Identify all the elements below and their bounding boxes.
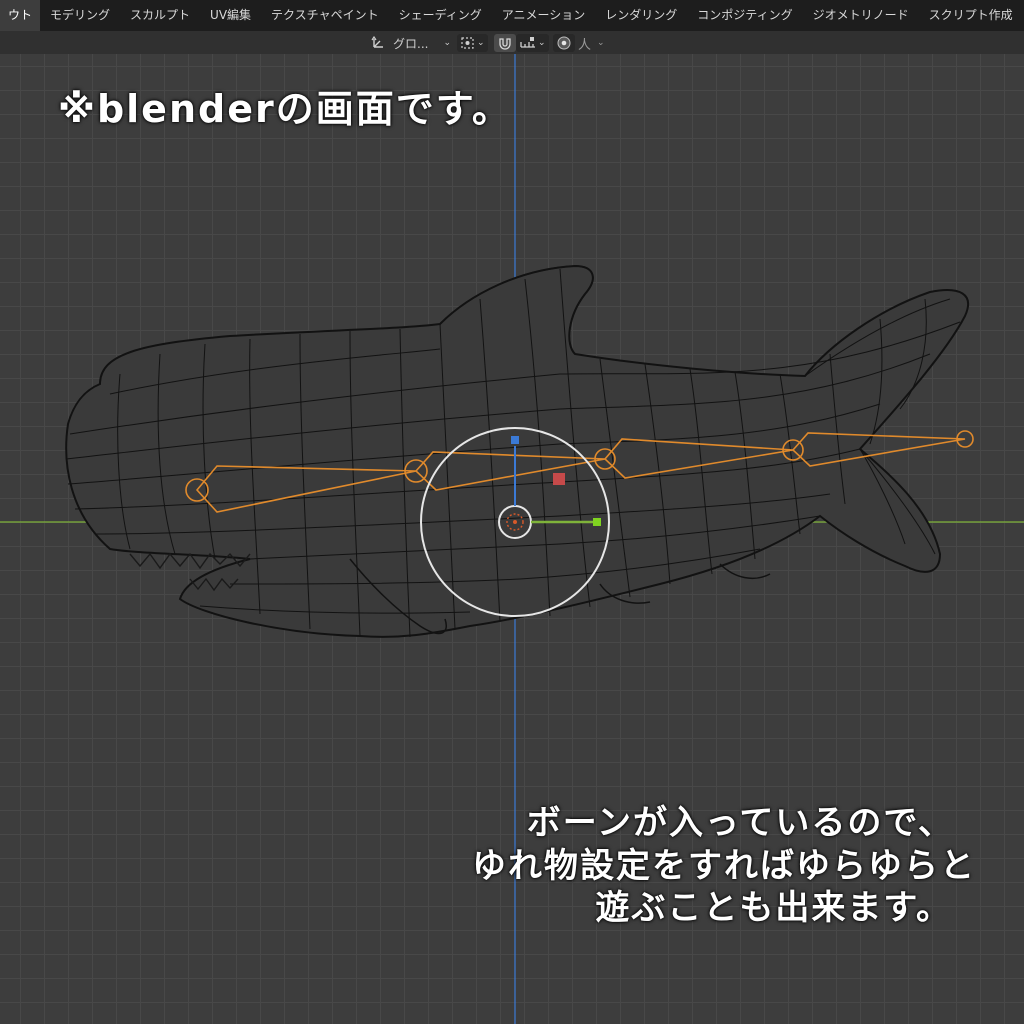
shark-mesh[interactable] [65,264,970,638]
chevron-down-icon: ⌄ [443,38,451,48]
caption-line-3: 遊ぶことも出来ます。 [595,888,952,928]
chevron-down-icon: ⌄ [597,38,605,48]
pivot-point-icon: ⌄ [457,34,488,52]
gizmo-z-scale-cube[interactable] [511,436,519,444]
transform-orientation-icon [368,34,390,52]
gizmo-plane-handle[interactable] [553,473,565,485]
3d-cursor-dot [513,520,517,524]
proportional-edit-toggle[interactable] [553,34,575,52]
proportional-edit-icon [553,34,575,52]
tab-texture-paint[interactable]: テクスチャペイント [261,0,389,31]
snap-magnet-icon [494,34,516,52]
viewport-header: グロ... ⌄ ⌄ ⌄ 人 ⌄ [0,31,1024,54]
proportional-falloff-dropdown[interactable]: 人 ⌄ [575,34,608,53]
tab-shading[interactable]: シェーディング [389,0,492,31]
tab-compositing[interactable]: コンポジティング [687,0,802,31]
falloff-person-icon: 人 [578,37,592,53]
snap-increment-icon: ⌄ [516,34,549,52]
headline-text: ※blenderの画面です。 [58,87,512,131]
tab-rendering[interactable]: レンダリング [595,0,687,31]
gizmo-x-scale-cube[interactable] [593,518,601,526]
transform-orientation-label: グロ... [393,36,429,51]
snap-target-dropdown[interactable]: ⌄ [516,34,549,52]
pivot-point-dropdown[interactable]: ⌄ [457,34,488,52]
snap-toggle[interactable] [494,34,516,52]
tab-scripting[interactable]: スクリプト作成 [919,0,1023,31]
tab-geometry-nodes[interactable]: ジオメトリノード [803,0,919,31]
caption-line-1: ボーンが入っているので、 [526,803,954,843]
workspace-tab-bar: ウト モデリング スカルプト UV編集 テクスチャペイント シェーディング アニ… [0,0,1024,31]
transform-orientation-dropdown[interactable]: グロ... ⌄ [368,34,454,52]
tab-modeling[interactable]: モデリング [40,0,120,31]
tab-uv-editing[interactable]: UV編集 [200,0,261,31]
tab-sculpt[interactable]: スカルプト [120,0,200,31]
tab-animation[interactable]: アニメーション [492,0,596,31]
tab-layout[interactable]: ウト [0,0,41,31]
